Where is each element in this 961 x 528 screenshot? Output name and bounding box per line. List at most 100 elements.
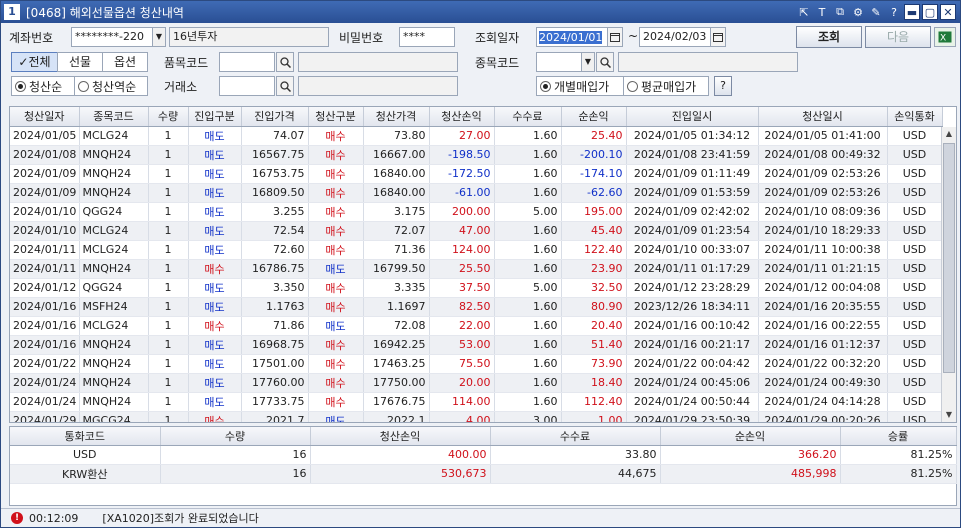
column-header[interactable]: 청산손익 <box>429 107 495 127</box>
product-search-icon[interactable] <box>276 52 294 72</box>
table-cell: 2021.7 <box>241 411 309 422</box>
table-row[interactable]: 2024/01/09 MNQH24 1 매도 16809.50 매수 16840.00 -61… <box>10 183 943 203</box>
tab-futures[interactable]: 선물 <box>57 52 103 72</box>
date-from-input[interactable]: 2024/01/01 <box>536 27 608 47</box>
scroll-down-icon[interactable]: ▼ <box>942 408 956 422</box>
column-header[interactable]: 순손익 <box>561 107 627 127</box>
column-header[interactable]: 수량 <box>148 107 189 127</box>
product-name-field <box>298 52 458 72</box>
table-cell: 72.07 <box>363 221 430 241</box>
table-cell: 2024/01/16 01:12:37 <box>758 335 888 355</box>
table-cell: 16968.75 <box>241 335 309 355</box>
symbol-input[interactable] <box>536 52 582 72</box>
table-row[interactable]: 2024/01/11 MCLG24 1 매도 72.60 매수 71.36 124.00 1.6… <box>10 240 943 260</box>
table-cell: 매도 <box>188 297 242 317</box>
table-row[interactable]: 2024/01/22 MNQH24 1 매도 17501.00 매수 17463.25 75.… <box>10 354 943 374</box>
table-row[interactable]: 2024/01/12 QGG24 1 매도 3.350 매수 3.335 37.50 5.00 3… <box>10 278 943 298</box>
symbol-search-icon[interactable] <box>596 52 614 72</box>
help-icon[interactable]: ? <box>886 4 902 20</box>
table-row[interactable]: 2024/01/24 MNQH24 1 매도 17733.75 매수 17676.75 114… <box>10 392 943 412</box>
link-icon[interactable]: ⇱ <box>796 4 812 20</box>
excel-icon[interactable]: X <box>934 27 956 47</box>
exchange-name-field <box>298 76 458 96</box>
tab-all[interactable]: ✓전체 <box>11 52 58 72</box>
table-cell: 80.90 <box>561 297 627 317</box>
symbol-dropdown-icon[interactable]: ▼ <box>581 52 595 72</box>
account-label: 계좌번호 <box>9 31 54 45</box>
column-header[interactable]: 청산일자 <box>10 107 80 127</box>
table-cell: 매수 <box>308 240 364 260</box>
table-cell: 매도 <box>188 278 242 298</box>
table-cell: 2024/01/10 18:29:33 <box>758 221 888 241</box>
average-price-radio[interactable]: 평균매입가 <box>623 76 709 96</box>
table-cell: 16753.75 <box>241 164 309 184</box>
table-row[interactable]: 2024/01/10 MCLG24 1 매도 72.54 매수 72.07 47.00 1.60… <box>10 221 943 241</box>
table-row[interactable]: 2024/01/05 MCLG24 1 매도 74.07 매수 73.80 27.00 1.60… <box>10 126 943 146</box>
tab-options[interactable]: 옵션 <box>102 52 148 72</box>
next-button[interactable]: 다음 <box>865 26 931 48</box>
table-cell: 72.60 <box>241 240 309 260</box>
table-cell: USD <box>887 316 943 336</box>
table-row[interactable]: 2024/01/16 MCLG24 1 매수 71.86 매도 72.08 22.00 1.60… <box>10 316 943 336</box>
table-row[interactable]: 2024/01/16 MSFH24 1 매도 1.1763 매수 1.1697 82.50 1.… <box>10 297 943 317</box>
pin-icon[interactable]: ✎ <box>868 4 884 20</box>
column-header[interactable]: 청산가격 <box>363 107 430 127</box>
svg-text:X: X <box>940 34 946 44</box>
password-input[interactable]: **** <box>399 27 455 47</box>
table-cell: 매수 <box>308 145 364 165</box>
sort-asc-radio[interactable]: 청산순 <box>11 76 75 96</box>
column-header[interactable]: 진입가격 <box>241 107 309 127</box>
calendar-from-icon[interactable] <box>607 27 623 47</box>
scroll-thumb[interactable] <box>943 143 955 373</box>
maximize-icon[interactable]: ▢ <box>922 4 938 20</box>
exchange-search-icon[interactable] <box>276 76 294 96</box>
table-cell: 1.60 <box>494 240 562 260</box>
table-cell: 2024/01/05 <box>10 126 80 146</box>
date-to-input[interactable]: 2024/02/03 <box>639 27 711 47</box>
table-row[interactable]: 2024/01/08 MNQH24 1 매도 16567.75 매수 16667.00 -19… <box>10 145 943 165</box>
account-input[interactable]: ********-220 <box>71 27 153 47</box>
settings-icon[interactable]: ⚙ <box>850 4 866 20</box>
calendar-to-icon[interactable] <box>710 27 726 47</box>
table-cell: 1.60 <box>494 316 562 336</box>
table-cell: 2024/01/09 01:11:49 <box>626 164 759 184</box>
copy-icon[interactable]: ⧉ <box>832 4 848 20</box>
scroll-up-icon[interactable]: ▲ <box>942 127 956 141</box>
column-header[interactable]: 종목코드 <box>79 107 149 127</box>
table-cell: 1 <box>148 316 189 336</box>
grid-scrollbar[interactable]: ▲ ▼ <box>941 127 956 422</box>
exchange-input[interactable] <box>219 76 275 96</box>
text-icon[interactable]: T <box>814 4 830 20</box>
individual-price-radio[interactable]: 개별매입가 <box>536 76 624 96</box>
product-input[interactable] <box>219 52 275 72</box>
summary-cell: 485,998 <box>660 464 841 484</box>
minimize-icon[interactable]: ▬ <box>904 4 920 20</box>
column-header[interactable]: 청산일시 <box>758 107 888 127</box>
table-row[interactable]: 2024/01/16 MNQH24 1 매도 16968.75 매수 16942.25 53.… <box>10 335 943 355</box>
table-cell: 1 <box>148 145 189 165</box>
radio-selected-icon <box>540 80 551 92</box>
table-cell: 매도 <box>308 316 364 336</box>
table-row[interactable]: 2024/01/24 MNQH24 1 매도 17760.00 매수 17750.00 20.… <box>10 373 943 393</box>
sort-desc-radio[interactable]: 청산역순 <box>74 76 148 96</box>
table-cell: 1 <box>148 259 189 279</box>
column-header[interactable]: 청산구분 <box>308 107 364 127</box>
account-dropdown-icon[interactable]: ▼ <box>152 27 166 47</box>
summary-column-header: 통화코드 <box>10 427 161 446</box>
query-button[interactable]: 조회 <box>796 26 862 48</box>
help-button[interactable]: ? <box>714 76 732 96</box>
column-header[interactable]: 손익통화 <box>887 107 943 127</box>
column-header[interactable]: 진입구분 <box>188 107 242 127</box>
table-cell: 71.86 <box>241 316 309 336</box>
table-row[interactable]: 2024/01/10 QGG24 1 매도 3.255 매수 3.175 200.00 5.00… <box>10 202 943 222</box>
product-label: 품목코드 <box>164 56 209 70</box>
table-row[interactable]: 2024/01/29 MGCG24 1 매수 2021.7 매도 2022.1 4.00 3.0… <box>10 411 943 422</box>
close-icon[interactable]: ✕ <box>940 4 956 20</box>
column-header[interactable]: 수수료 <box>494 107 562 127</box>
column-header[interactable]: 진입일시 <box>626 107 759 127</box>
table-row[interactable]: 2024/01/11 MNQH24 1 매수 16786.75 매도 16799.50 25.… <box>10 259 943 279</box>
table-cell: 1 <box>148 183 189 203</box>
table-row[interactable]: 2024/01/09 MNQH24 1 매도 16753.75 매수 16840.00 -17… <box>10 164 943 184</box>
table-cell: 16840.00 <box>363 164 430 184</box>
table-cell: 71.36 <box>363 240 430 260</box>
